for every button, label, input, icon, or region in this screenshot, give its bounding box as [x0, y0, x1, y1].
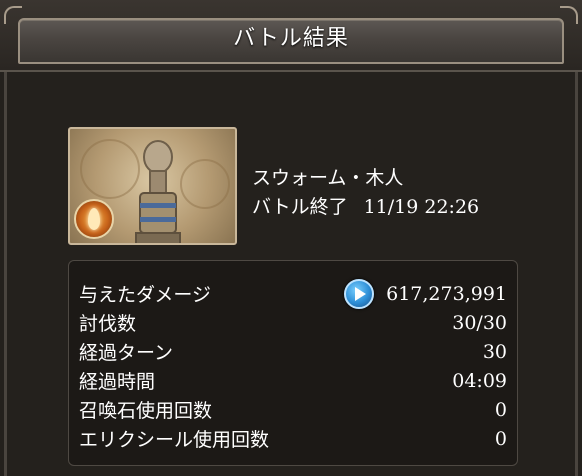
battle-end-time: 11/19 22:26: [363, 196, 480, 218]
stat-value: 30/30: [452, 311, 507, 334]
stat-label: 討伐数: [79, 313, 137, 335]
stat-value: 30: [482, 340, 507, 363]
battle-result-panel: バトル結果 スウォーム・木人 バトル終了 11/19 22:26 与えたダメージ …: [0, 0, 582, 476]
boss-thumbnail: [68, 127, 237, 245]
stat-label: 召喚石使用回数: [79, 400, 213, 422]
stat-row-elixirs: エリクシール使用回数 0: [79, 424, 507, 453]
stat-row-defeats: 討伐数 30/30: [79, 308, 507, 337]
frame-right: [575, 72, 578, 476]
header: バトル結果: [0, 0, 582, 72]
battle-end-line: バトル終了 11/19 22:26: [252, 192, 479, 219]
stat-label: 経過ターン: [79, 342, 174, 364]
stat-row-turns: 経過ターン 30: [79, 337, 507, 366]
stat-label: 与えたダメージ: [79, 284, 212, 306]
battle-end-label: バトル終了: [252, 196, 348, 218]
stat-value: 04:09: [452, 369, 507, 392]
page-title: バトル結果: [233, 26, 349, 51]
stat-row-damage: 与えたダメージ 617,273,991: [79, 278, 507, 309]
stat-row-time: 経過時間 04:09: [79, 366, 507, 395]
decor-swirl: [180, 159, 230, 209]
boss-name: スウォーム・木人: [252, 167, 404, 189]
stat-value: 0: [494, 427, 507, 450]
stat-label: 経過時間: [79, 371, 156, 393]
stat-value: 617,273,991: [386, 282, 507, 305]
fire-element-icon: [74, 199, 114, 239]
frame-left: [4, 72, 7, 476]
stat-row-summons: 召喚石使用回数 0: [79, 395, 507, 424]
play-icon[interactable]: [344, 278, 375, 309]
stat-label: エリクシール使用回数: [79, 429, 270, 451]
stats-box: 与えたダメージ 617,273,991 討伐数 30/30 経過ターン 30 経…: [68, 260, 518, 466]
stat-value-wrap: 617,273,991: [344, 278, 507, 309]
training-dummy-image: [135, 140, 181, 243]
stat-value: 0: [494, 398, 507, 421]
